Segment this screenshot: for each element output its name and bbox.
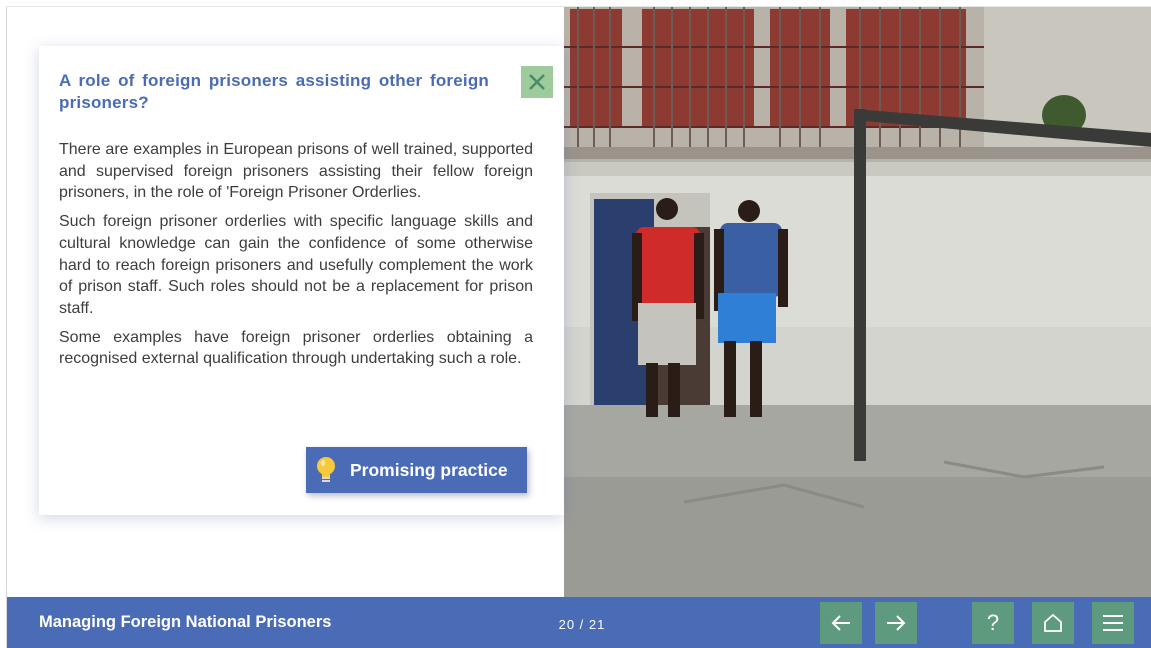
card-paragraph: There are examples in European prisons o… xyxy=(59,141,533,202)
previous-button[interactable] xyxy=(820,602,862,644)
course-title: Managing Foreign National Prisoners xyxy=(39,613,332,631)
home-icon xyxy=(1044,613,1062,632)
close-icon xyxy=(529,74,545,90)
card-paragraph: Such foreign prisoner orderlies with spe… xyxy=(59,213,533,317)
menu-button[interactable] xyxy=(1092,602,1134,644)
help-button[interactable]: ? xyxy=(972,602,1014,644)
prison-yard-photo xyxy=(564,7,1151,597)
promising-practice-button[interactable]: Promising practice xyxy=(306,447,527,493)
page-counter: 20 / 21 xyxy=(558,617,606,632)
promising-practice-label: Promising practice xyxy=(350,459,508,480)
card-paragraph: Some examples have foreign prisoner orde… xyxy=(59,328,533,368)
arrow-right-icon xyxy=(887,615,906,631)
card-body: There are examples in European prisons o… xyxy=(59,139,533,377)
footer-bar: Managing Foreign National Prisoners 20 /… xyxy=(7,597,1151,648)
close-button[interactable] xyxy=(521,66,553,98)
lightbulb-icon xyxy=(314,455,338,485)
slide-frame: A role of foreign prisoners assisting ot… xyxy=(6,6,1151,648)
info-card: A role of foreign prisoners assisting ot… xyxy=(39,46,564,515)
card-title: A role of foreign prisoners assisting ot… xyxy=(59,71,489,112)
arrow-left-icon xyxy=(831,615,850,631)
next-button[interactable] xyxy=(875,602,917,644)
home-button[interactable] xyxy=(1032,602,1074,644)
hamburger-menu-icon xyxy=(1103,615,1123,631)
question-icon: ? xyxy=(986,610,1000,635)
